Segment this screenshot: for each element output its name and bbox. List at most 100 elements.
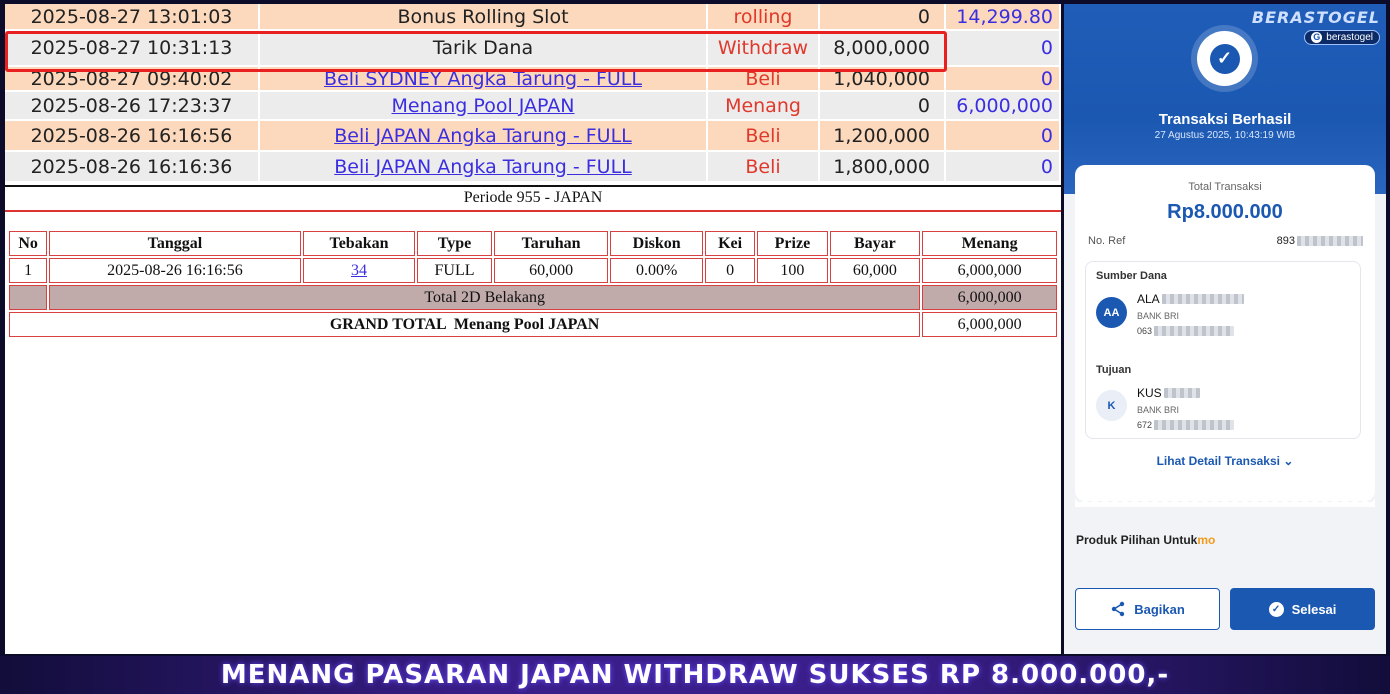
col-header: No [9,231,48,256]
row-date: 2025-08-27 10:31:13 [5,31,260,65]
row-amount: 1,200,000 [820,121,946,150]
source-name: ALA [1137,292,1160,306]
check-icon: ✓ [1209,43,1240,74]
account-box: Sumber Dana AA ALA BANK BRI 063 Tujuan K… [1085,261,1361,439]
dest-bank: BANK BRI [1137,405,1180,415]
row-balance: 14,299.80 [946,4,1061,29]
row-type: Beli [708,67,820,90]
col-header: Tebakan [302,231,416,256]
promo-banner: MENANG PASARAN JAPAN WITHDRAW SUKSES RP … [0,656,1390,694]
cell: 60,000 [829,258,921,283]
avatar: AA [1096,297,1127,328]
cell: 6,000,000 [922,258,1057,283]
row-type: Menang [708,92,820,119]
cell: 0 [704,258,756,283]
chevron-down-icon: ⌄ [1283,454,1294,468]
table-row: 1 2025-08-26 16:16:56 34 FULL 60,000 0.0… [9,258,1057,283]
row-description-link[interactable]: Beli JAPAN Angka Tarung - FULL [334,125,632,147]
grand-total-value: 6,000,000 [922,312,1057,337]
divider [5,210,1061,212]
success-badge: ✓ [1197,31,1252,86]
source-bank: BANK BRI [1137,311,1180,321]
row-amount: 0 [820,4,946,29]
col-header: Bayar [829,231,921,256]
source-label: Sumber Dana [1096,270,1167,282]
col-header: Prize [757,231,828,256]
col-header: Diskon [610,231,703,256]
periode-title: Periode 955 - JAPAN [463,189,603,206]
row-date: 2025-08-26 16:16:56 [5,121,260,150]
col-header: Menang [922,231,1057,256]
row-description: Tarik Dana [260,31,708,65]
receipt-datetime: 27 Agustus 2025, 10:43:19 WIB [1154,130,1296,141]
cell: 2025-08-26 16:16:56 [49,258,301,283]
brand-logo: BERASTOGEL G berastogel [1252,8,1380,45]
cell: 1 [9,258,48,283]
g-icon: G [1311,31,1323,43]
card-edge [1075,499,1375,507]
cell: 0.00% [610,258,703,283]
subtotal-value: 6,000,000 [922,285,1057,310]
row-type: Withdraw [708,31,820,65]
brand-name: BERASTOGEL [1251,8,1380,27]
brand-pill: G berastogel [1304,29,1380,45]
row-balance: 0 [946,31,1061,65]
redacted-block [1161,294,1244,304]
row-description-link[interactable]: Menang Pool JAPAN [392,95,575,117]
row-amount: 1,040,000 [820,67,946,90]
source-account: 063 [1137,326,1153,336]
avatar: K [1096,390,1127,421]
done-button[interactable]: ✓ Selesai [1230,588,1375,630]
col-header: Taruhan [493,231,609,256]
brand-pill-text: berastogel [1326,31,1373,43]
dest-name: KUS [1137,386,1162,400]
transaction-row: 2025-08-27 10:31:13 Tarik Dana Withdraw … [5,31,1061,67]
ref-label: No. Ref [1088,235,1126,247]
row-type: Beli [708,121,820,150]
subtotal-row: Total 2D Belakang 6,000,000 [9,285,1057,310]
redacted-block [1297,236,1363,246]
produk-heading: Produk Pilihan Untukmo [1076,533,1215,547]
detail-link-label: Lihat Detail Transaksi [1156,454,1280,468]
cell: 100 [757,258,828,283]
row-amount: 0 [820,92,946,119]
col-header: Tanggal [49,231,301,256]
row-date: 2025-08-26 17:23:37 [5,92,260,119]
row-date: 2025-08-26 16:16:36 [5,152,260,181]
share-label: Bagikan [1134,601,1185,617]
banner-text: MENANG PASARAN JAPAN WITHDRAW SUKSES RP … [220,660,1170,690]
redacted-block [1154,420,1235,430]
redacted-block [1163,388,1200,398]
share-icon [1112,601,1125,617]
tebakan-link[interactable]: 34 [351,262,367,279]
produk-suffix: mo [1197,533,1216,547]
transaction-row: 2025-08-26 16:16:56 Beli JAPAN Angka Tar… [5,121,1061,152]
dest-account: 672 [1137,420,1153,430]
row-description-link[interactable]: Beli JAPAN Angka Tarung - FULL [334,156,632,178]
transaction-row: 2025-08-26 16:16:36 Beli JAPAN Angka Tar… [5,152,1061,183]
row-date: 2025-08-27 13:01:03 [5,4,260,29]
receipt-panel: BERASTOGEL G berastogel ✓ Transaksi Berh… [1064,4,1386,654]
row-balance: 0 [946,152,1061,181]
transaction-row: 2025-08-27 13:01:03 Bonus Rolling Slot r… [5,4,1061,31]
table-header-row: No Tanggal Tebakan Type Taruhan Diskon K… [9,231,1057,256]
receipt-card: Total Transaksi Rp8.000.000 No. Ref 893 … [1075,165,1375,501]
redacted-block [1154,326,1235,336]
row-description-link[interactable]: Beli SYDNEY Angka Tarung - FULL [324,68,642,90]
share-button[interactable]: Bagikan [1075,588,1220,630]
grand-total-label: GRAND TOTAL Menang Pool JAPAN [9,312,921,337]
result-table: No Tanggal Tebakan Type Taruhan Diskon K… [7,229,1059,339]
row-balance: 6,000,000 [946,92,1061,119]
row-type: rolling [708,4,820,29]
grand-total-row: GRAND TOTAL Menang Pool JAPAN 6,000,000 [9,312,1057,337]
col-header: Kei [704,231,756,256]
col-header: Type [417,231,492,256]
transaction-history-panel: 2025-08-27 13:01:03 Bonus Rolling Slot r… [5,4,1061,654]
total-amount: Rp8.000.000 [1167,201,1283,223]
done-label: Selesai [1291,601,1337,617]
row-balance: 0 [946,67,1061,90]
check-circle-icon: ✓ [1268,601,1284,617]
row-date: 2025-08-27 09:40:02 [5,67,260,90]
dest-label: Tujuan [1096,364,1132,376]
detail-link[interactable]: Lihat Detail Transaksi ⌄ [1075,454,1375,468]
